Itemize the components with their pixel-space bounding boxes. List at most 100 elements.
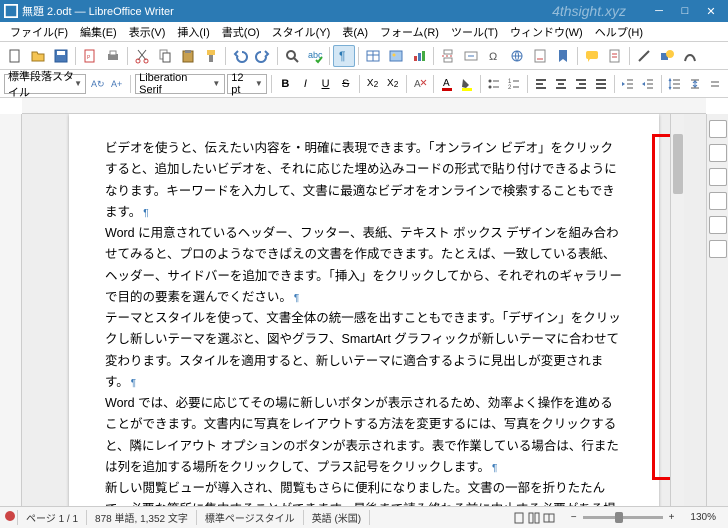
align-right-button[interactable] <box>572 73 590 95</box>
navigator-tab[interactable] <box>709 192 727 210</box>
line-button[interactable] <box>633 45 655 67</box>
styles-tab[interactable] <box>709 144 727 162</box>
document-area[interactable]: ビデオを使うと、伝えたい内容を・明確に表現できます。「オンライン ビデオ」をクリ… <box>22 114 706 506</box>
font-size-combo[interactable]: 12 pt▼ <box>227 74 267 94</box>
bold-button[interactable]: B <box>276 73 294 95</box>
find-button[interactable] <box>281 45 303 67</box>
titlebar: 無題 2.odt — LibreOffice Writer 4thsight.x… <box>0 0 728 22</box>
statusbar: ページ 1 / 1 878 単語, 1,352 文字 標準ページスタイル 英語 … <box>0 506 728 528</box>
menu-window[interactable]: ウィンドウ(W) <box>504 22 589 42</box>
menu-insert[interactable]: 挿入(I) <box>171 22 215 42</box>
superscript-button[interactable]: X2 <box>364 73 382 95</box>
horizontal-ruler[interactable] <box>22 98 706 114</box>
menu-table[interactable]: 表(A) <box>336 22 374 42</box>
footnote-button[interactable] <box>529 45 551 67</box>
special-char-button[interactable]: Ω <box>483 45 505 67</box>
underline-button[interactable]: U <box>316 73 334 95</box>
formatting-toolbar: 標準段落スタイル▼ A↻ A+ Liberation Serif▼ 12 pt▼… <box>0 70 728 98</box>
paste-button[interactable] <box>177 45 199 67</box>
menu-help[interactable]: ヘルプ(H) <box>589 22 649 42</box>
page[interactable]: ビデオを使うと、伝えたい内容を・明確に表現できます。「オンライン ビデオ」をクリ… <box>69 114 659 506</box>
highlight-button[interactable] <box>458 73 476 95</box>
copy-button[interactable] <box>154 45 176 67</box>
align-center-button[interactable] <box>552 73 570 95</box>
bookmark-button[interactable] <box>552 45 574 67</box>
redo-button[interactable] <box>252 45 274 67</box>
export-pdf-button[interactable]: P <box>79 45 101 67</box>
new-button[interactable] <box>4 45 26 67</box>
view-single-icon[interactable] <box>513 512 525 524</box>
shapes-button[interactable] <box>656 45 678 67</box>
italic-button[interactable]: I <box>296 73 314 95</box>
status-page-style[interactable]: 標準ページスタイル <box>197 510 304 525</box>
zoom-slider[interactable] <box>583 516 663 519</box>
strikethrough-button[interactable]: S <box>337 73 355 95</box>
font-size-value: 12 pt <box>231 72 254 96</box>
font-color-button[interactable]: A <box>437 73 455 95</box>
paragraph-style-combo[interactable]: 標準段落スタイル▼ <box>4 74 86 94</box>
increase-spacing-button[interactable] <box>686 73 704 95</box>
paragraph-text: 新しい閲覧ビューが導入され、閲覧もさらに便利になりました。文書の一部を折りたたん… <box>105 481 616 506</box>
scrollbar-thumb[interactable] <box>673 134 683 194</box>
status-zoom[interactable]: 130% <box>682 512 724 523</box>
status-language[interactable]: 英語 (米国) <box>304 510 370 525</box>
view-book-icon[interactable] <box>543 512 555 524</box>
style-inspector-tab[interactable] <box>709 240 727 258</box>
paragraph-text: Word では、必要に応じてその場に新しいボタンが表示されるため、効率よく操作を… <box>105 396 619 474</box>
comment-button[interactable] <box>581 45 603 67</box>
table-button[interactable] <box>362 45 384 67</box>
line-spacing-button[interactable] <box>666 73 684 95</box>
zoom-out-button[interactable]: − <box>571 512 577 523</box>
gallery-tab[interactable] <box>709 168 727 186</box>
maximize-button[interactable]: □ <box>672 2 698 20</box>
align-left-button[interactable] <box>532 73 550 95</box>
menu-style[interactable]: スタイル(Y) <box>266 22 337 42</box>
status-words[interactable]: 878 単語, 1,352 文字 <box>87 510 197 525</box>
new-style-button[interactable]: A+ <box>108 73 126 95</box>
increase-indent-button[interactable] <box>619 73 637 95</box>
decrease-spacing-button[interactable] <box>706 73 724 95</box>
font-name-combo[interactable]: Liberation Serif▼ <box>135 74 225 94</box>
page-tab[interactable] <box>709 216 727 234</box>
zoom-in-button[interactable]: + <box>669 512 675 523</box>
draw-button[interactable] <box>679 45 701 67</box>
image-button[interactable] <box>385 45 407 67</box>
decrease-indent-button[interactable] <box>639 73 657 95</box>
open-button[interactable] <box>27 45 49 67</box>
save-button[interactable] <box>50 45 72 67</box>
chart-button[interactable] <box>408 45 430 67</box>
vertical-scrollbar[interactable] <box>670 114 684 506</box>
update-style-button[interactable]: A↻ <box>88 73 106 95</box>
undo-button[interactable] <box>229 45 251 67</box>
field-button[interactable] <box>460 45 482 67</box>
justify-button[interactable] <box>592 73 610 95</box>
bullets-button[interactable] <box>485 73 503 95</box>
hyperlink-button[interactable] <box>506 45 528 67</box>
vertical-ruler[interactable] <box>0 114 22 506</box>
menu-edit[interactable]: 編集(E) <box>74 22 123 42</box>
clear-formatting-button[interactable]: A <box>411 73 429 95</box>
watermark: 4thsight.xyz <box>552 3 626 19</box>
print-button[interactable] <box>102 45 124 67</box>
view-multi-icon[interactable] <box>528 512 540 524</box>
menu-view[interactable]: 表示(V) <box>123 22 172 42</box>
menu-format[interactable]: 書式(O) <box>216 22 266 42</box>
cut-button[interactable] <box>131 45 153 67</box>
menu-form[interactable]: フォーム(R) <box>374 22 445 42</box>
pilcrow-icon: ¶ <box>131 378 136 389</box>
spellcheck-button[interactable]: abç <box>304 45 326 67</box>
subscript-button[interactable]: X2 <box>384 73 402 95</box>
clone-formatting-button[interactable] <box>200 45 222 67</box>
minimize-button[interactable]: ─ <box>646 2 672 20</box>
formatting-marks-button[interactable]: ¶ <box>333 45 355 67</box>
page-break-button[interactable] <box>437 45 459 67</box>
properties-tab[interactable] <box>709 120 727 138</box>
menu-tools[interactable]: ツール(T) <box>445 22 504 42</box>
track-changes-button[interactable] <box>604 45 626 67</box>
status-page[interactable]: ページ 1 / 1 <box>18 510 87 525</box>
paragraph-text: テーマとスタイルを使って、文書全体の統一感を出すこともできます。「デザイン」をク… <box>105 311 621 389</box>
window-title: 無題 2.odt — LibreOffice Writer <box>22 3 174 19</box>
menu-file[interactable]: ファイル(F) <box>4 22 74 42</box>
numbering-button[interactable]: 12 <box>505 73 523 95</box>
close-button[interactable]: ✕ <box>698 2 724 20</box>
